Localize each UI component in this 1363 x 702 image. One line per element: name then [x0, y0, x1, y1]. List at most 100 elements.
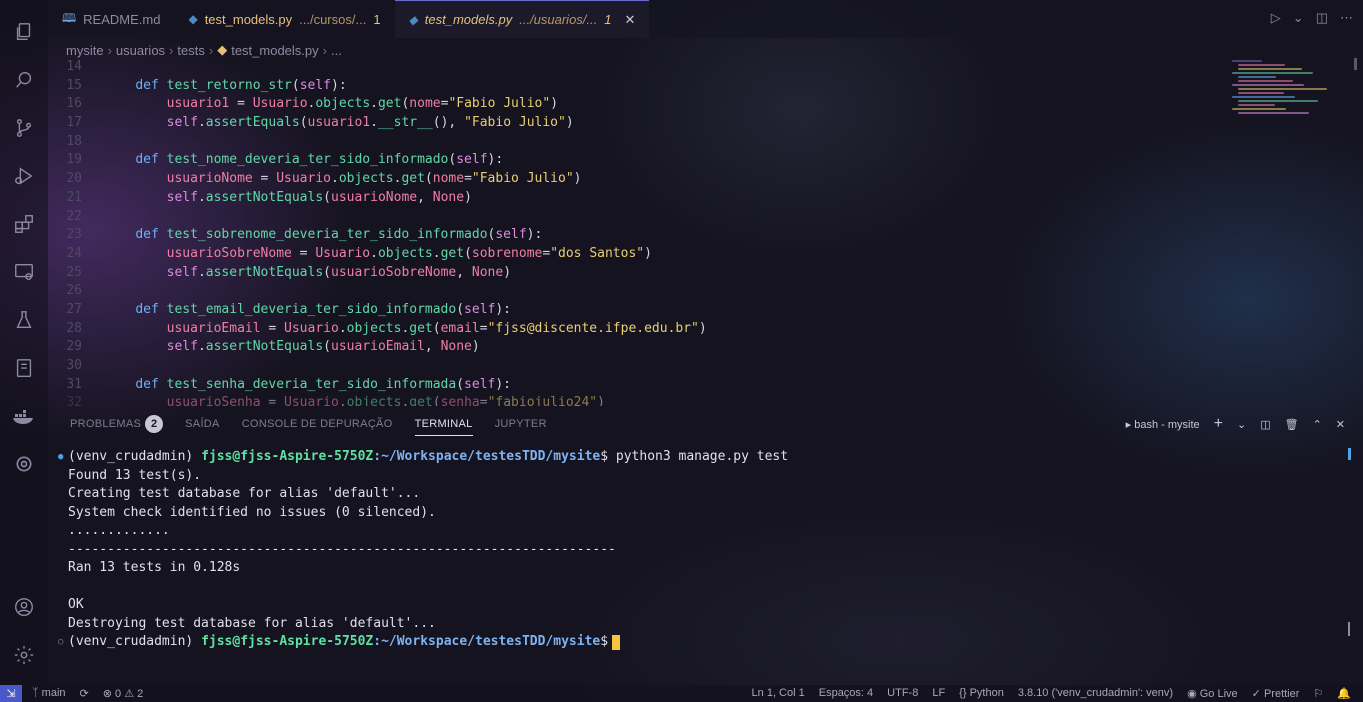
tab-jupyter[interactable]: JUPYTER	[495, 418, 547, 430]
cursor-position[interactable]: Ln 1, Col 1	[752, 687, 805, 700]
code-editor[interactable]: 14 15 def test_retorno_str(self): 16 usuar…	[48, 58, 1228, 406]
prompt-symbol: $	[600, 449, 609, 464]
line-number: 27	[66, 301, 82, 317]
minimap-line	[1238, 92, 1284, 94]
code-line[interactable]: 24 usuarioSobreNome = Usuario.objects.ge…	[48, 245, 1228, 264]
code-line[interactable]: 16 usuario1 = Usuario.objects.get(nome="…	[48, 95, 1228, 114]
settings-gear-icon[interactable]	[0, 631, 48, 679]
chevron-right-icon: ›	[322, 42, 327, 58]
code-line[interactable]: 15 def test_retorno_str(self):	[48, 77, 1228, 96]
new-terminal-icon[interactable]: +	[1214, 415, 1223, 433]
python-interpreter[interactable]: 3.8.10 ('venv_crudadmin': venv)	[1018, 687, 1173, 700]
minimap[interactable]	[1232, 58, 1350, 138]
breadcrumb-item[interactable]: test_models.py	[231, 43, 318, 58]
breadcrumb-item[interactable]: mysite	[66, 43, 104, 58]
line-number: 17	[66, 115, 82, 131]
prompt-symbol: $	[600, 634, 609, 649]
tab-debug-console[interactable]: CONSOLE DE DEPURAÇÃO	[242, 418, 393, 430]
terminal-output-line: ----------------------------------------…	[68, 541, 616, 557]
line-number: 20	[66, 171, 82, 187]
branch-indicator[interactable]: ᛉ main	[32, 687, 66, 700]
account-icon[interactable]	[0, 583, 48, 631]
editor-scrollbar[interactable]	[1354, 58, 1357, 70]
search-icon[interactable]	[0, 56, 48, 104]
more-actions-icon[interactable]: ⋯	[1340, 10, 1353, 26]
minimap-line	[1238, 88, 1327, 90]
feedback-icon[interactable]: ⚐	[1313, 687, 1323, 700]
tab-label: test_models.py	[204, 11, 293, 27]
close-panel-icon[interactable]: ✕	[1336, 418, 1345, 431]
tab-problems[interactable]: PROBLEMAS 2	[70, 415, 164, 433]
problems-indicator[interactable]: ⊗ 0 ⚠ 2	[103, 687, 144, 700]
end-of-line[interactable]: LF	[932, 687, 945, 700]
code-line[interactable]: 26	[48, 282, 1228, 301]
broadcast-icon: ◉	[1187, 688, 1197, 700]
terminal-shell-selector[interactable]: ▸ bash - mysite	[1126, 418, 1200, 431]
docker-icon[interactable]	[0, 392, 48, 440]
code-line[interactable]: 30	[48, 357, 1228, 376]
remote-indicator-icon[interactable]: ⇲	[0, 685, 22, 702]
code-line[interactable]: 31 def test_senha_deveria_ter_sido_infor…	[48, 376, 1228, 395]
tab-terminal[interactable]: TERMINAL	[414, 418, 473, 436]
extensions-icon[interactable]	[0, 200, 48, 248]
go-live-button[interactable]: ◉ Go Live	[1187, 687, 1238, 700]
encoding[interactable]: UTF-8	[887, 687, 918, 700]
breadcrumb-item[interactable]: tests	[177, 43, 204, 58]
editor-actions: ▷ ⌄ ◫ ⋯	[1271, 10, 1353, 26]
tab-path: .../cursos/...	[299, 11, 367, 27]
code-text: def test_retorno_str(self):	[135, 77, 347, 93]
split-editor-icon[interactable]: ◫	[1316, 10, 1328, 26]
code-line[interactable]: 19 def test_nome_deveria_ter_sido_inform…	[48, 151, 1228, 170]
minimap-line	[1238, 64, 1285, 66]
tab-test-models-cursos[interactable]: ◆ test_models.py .../cursos/... 1	[174, 0, 394, 38]
language-mode[interactable]: {} Python	[959, 687, 1004, 700]
code-line[interactable]: 22	[48, 208, 1228, 227]
terminal-scrollbar-thumb[interactable]	[1348, 622, 1350, 636]
breadcrumb-item[interactable]: usuarios	[116, 43, 165, 58]
source-control-icon[interactable]	[0, 104, 48, 152]
check-circle-icon: ✓	[1251, 688, 1261, 700]
command-decoration-icon: ●	[58, 452, 64, 462]
prettier-button[interactable]: ✓ Prettier	[1252, 687, 1300, 700]
terminal-output-line: Destroying test database for alias 'defa…	[68, 615, 436, 631]
terminal-scrollbar[interactable]	[1348, 448, 1351, 460]
trash-icon[interactable]: 🗑	[1285, 418, 1299, 431]
split-terminal-icon[interactable]: ◫	[1260, 418, 1270, 431]
run-debug-icon[interactable]	[0, 152, 48, 200]
code-line[interactable]: 14	[48, 58, 1228, 77]
code-line[interactable]: 17 self.assertEquals(usuario1.__str__(),…	[48, 114, 1228, 133]
code-line[interactable]: 23 def test_sobrenome_deveria_ter_sido_i…	[48, 226, 1228, 245]
code-line[interactable]: 27 def test_email_deveria_ter_sido_infor…	[48, 301, 1228, 320]
minimap-line	[1232, 72, 1313, 74]
run-icon[interactable]: ▷	[1271, 10, 1281, 26]
code-line[interactable]: 20 usuarioNome = Usuario.objects.get(nom…	[48, 170, 1228, 189]
maximize-panel-icon[interactable]: ⌃	[1313, 418, 1322, 431]
chevron-down-icon[interactable]: ⌄	[1293, 10, 1304, 26]
tab-readme[interactable]: 🕮 README.md	[48, 0, 174, 38]
code-text: self.assertNotEquals(usuarioSobreNome, N…	[166, 264, 512, 280]
close-icon[interactable]: ✕	[625, 12, 636, 28]
chevron-down-icon[interactable]: ⌄	[1237, 418, 1246, 431]
notebook-icon[interactable]	[0, 344, 48, 392]
code-line[interactable]: 28 usuarioEmail = Usuario.objects.get(em…	[48, 320, 1228, 339]
code-line[interactable]: 21 self.assertNotEquals(usuarioNome, Non…	[48, 189, 1228, 208]
line-number: 29	[66, 339, 82, 355]
explorer-icon[interactable]	[0, 8, 48, 56]
code-line[interactable]: 29 self.assertNotEquals(usuarioEmail, No…	[48, 338, 1228, 357]
venv-name: (venv_crudadmin)	[68, 634, 194, 649]
indentation[interactable]: Espaços: 4	[819, 687, 873, 700]
notifications-bell-icon[interactable]: 🔔	[1337, 687, 1351, 700]
code-line[interactable]: 25 self.assertNotEquals(usuarioSobreNome…	[48, 264, 1228, 283]
tab-test-models-usuarios[interactable]: ◆ test_models.py .../usuarios/... 1 ✕	[394, 0, 650, 38]
code-line[interactable]: 32 usuarioSenha = Usuario.objects.get(se…	[48, 394, 1228, 406]
panel-actions: ▸ bash - mysite + ⌄ ◫ 🗑 ⌃ ✕	[1126, 415, 1345, 433]
breadcrumb-item[interactable]: ...	[331, 43, 342, 58]
terminal-output-line: Found 13 test(s).	[68, 467, 202, 483]
terminal[interactable]: ● (venv_crudadmin) fjss@fjss-Aspire-5750…	[58, 448, 1318, 650]
openai-icon[interactable]	[0, 440, 48, 488]
sync-icon[interactable]: ⟳	[80, 687, 89, 700]
code-line[interactable]: 18	[48, 133, 1228, 152]
testing-flask-icon[interactable]	[0, 296, 48, 344]
remote-explorer-icon[interactable]	[0, 248, 48, 296]
tab-output[interactable]: SAÍDA	[185, 418, 220, 430]
